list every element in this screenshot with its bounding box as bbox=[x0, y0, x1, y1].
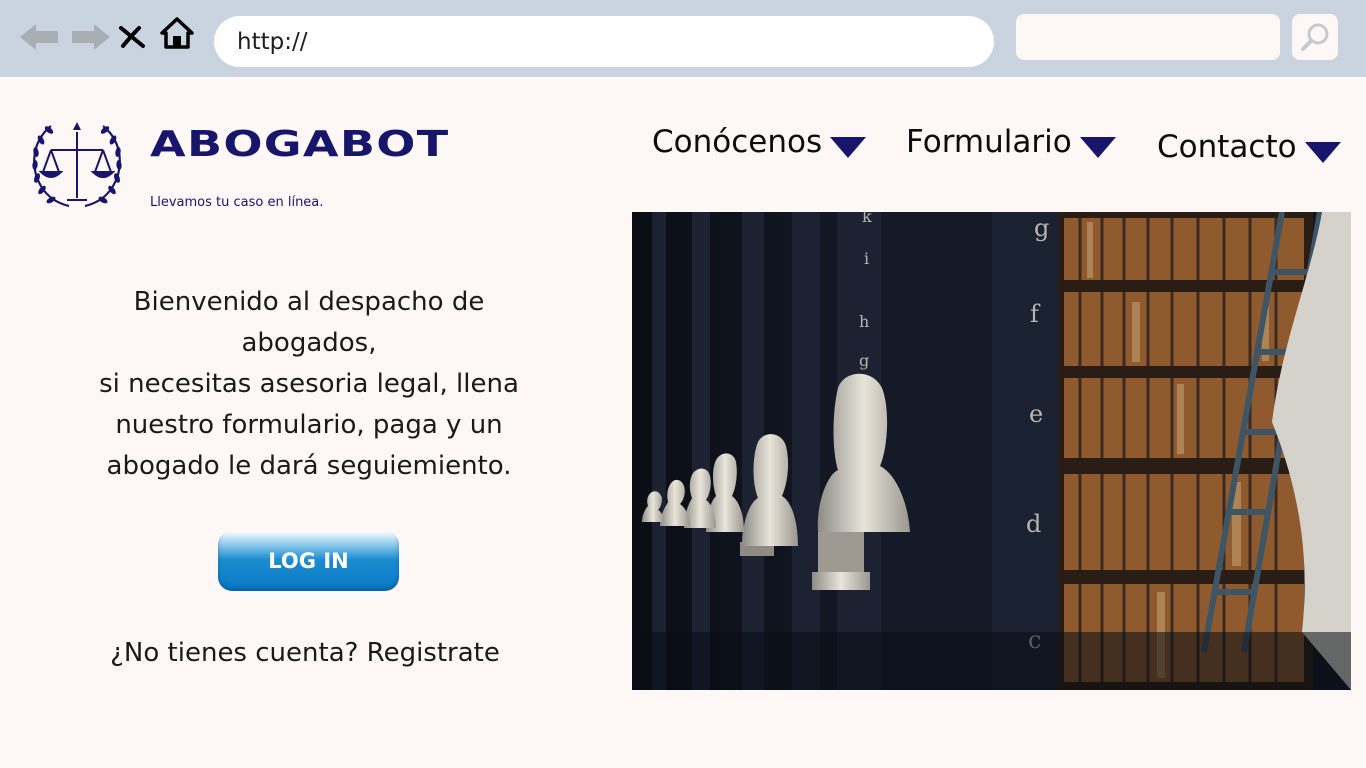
scales-of-justice-logo-icon[interactable] bbox=[29, 120, 125, 214]
welcome-line: si necesitas asesoria legal, llena bbox=[99, 369, 519, 399]
caret-down-icon bbox=[1079, 136, 1116, 158]
svg-text:i: i bbox=[864, 249, 869, 268]
welcome-message: Bienvenido al despacho de abogados, si n… bbox=[60, 282, 558, 487]
caret-down-icon bbox=[830, 136, 867, 158]
forward-arrow-icon[interactable] bbox=[70, 20, 110, 54]
svg-text:e: e bbox=[1029, 400, 1043, 428]
browser-toolbar: http:// bbox=[0, 0, 1366, 77]
menu-item-label: Formulario bbox=[906, 124, 1072, 160]
register-link[interactable]: ¿No tienes cuenta? Registrate bbox=[60, 638, 550, 668]
welcome-line: Bienvenido al despacho de bbox=[133, 287, 485, 317]
back-arrow-icon[interactable] bbox=[20, 20, 60, 54]
svg-text:g: g bbox=[1034, 214, 1049, 242]
brand-name[interactable]: ABOGABOT bbox=[150, 124, 449, 165]
brand-tagline: Llevamos tu caso en línea. bbox=[150, 195, 324, 210]
login-button[interactable]: LOG IN bbox=[218, 531, 399, 591]
svg-text:k: k bbox=[862, 212, 872, 226]
search-input[interactable] bbox=[1016, 14, 1280, 60]
menu-item-formulario[interactable]: Formulario bbox=[906, 124, 1116, 160]
welcome-line: abogado le dará seguiemiento. bbox=[106, 451, 512, 481]
svg-text:g: g bbox=[859, 351, 869, 370]
menu-item-label: Conócenos bbox=[652, 124, 823, 160]
url-text: http:// bbox=[237, 28, 308, 55]
welcome-line: abogados, bbox=[241, 328, 377, 358]
url-bar[interactable]: http:// bbox=[214, 16, 994, 67]
menu-item-label: Contacto bbox=[1157, 129, 1297, 165]
welcome-line: nuestro formulario, paga y un bbox=[115, 410, 503, 440]
menu-item-conocenos[interactable]: Conócenos bbox=[652, 124, 867, 160]
search-button[interactable] bbox=[1292, 14, 1338, 60]
close-icon[interactable] bbox=[114, 20, 150, 54]
svg-text:h: h bbox=[859, 312, 869, 331]
svg-text:d: d bbox=[1026, 510, 1041, 538]
search-icon bbox=[1301, 23, 1329, 51]
home-icon[interactable] bbox=[158, 16, 196, 50]
caret-down-icon bbox=[1304, 141, 1341, 163]
menu-item-contacto[interactable]: Contacto bbox=[1157, 129, 1341, 165]
library-busts-photo: g f e d c k i h g bbox=[632, 212, 1351, 690]
